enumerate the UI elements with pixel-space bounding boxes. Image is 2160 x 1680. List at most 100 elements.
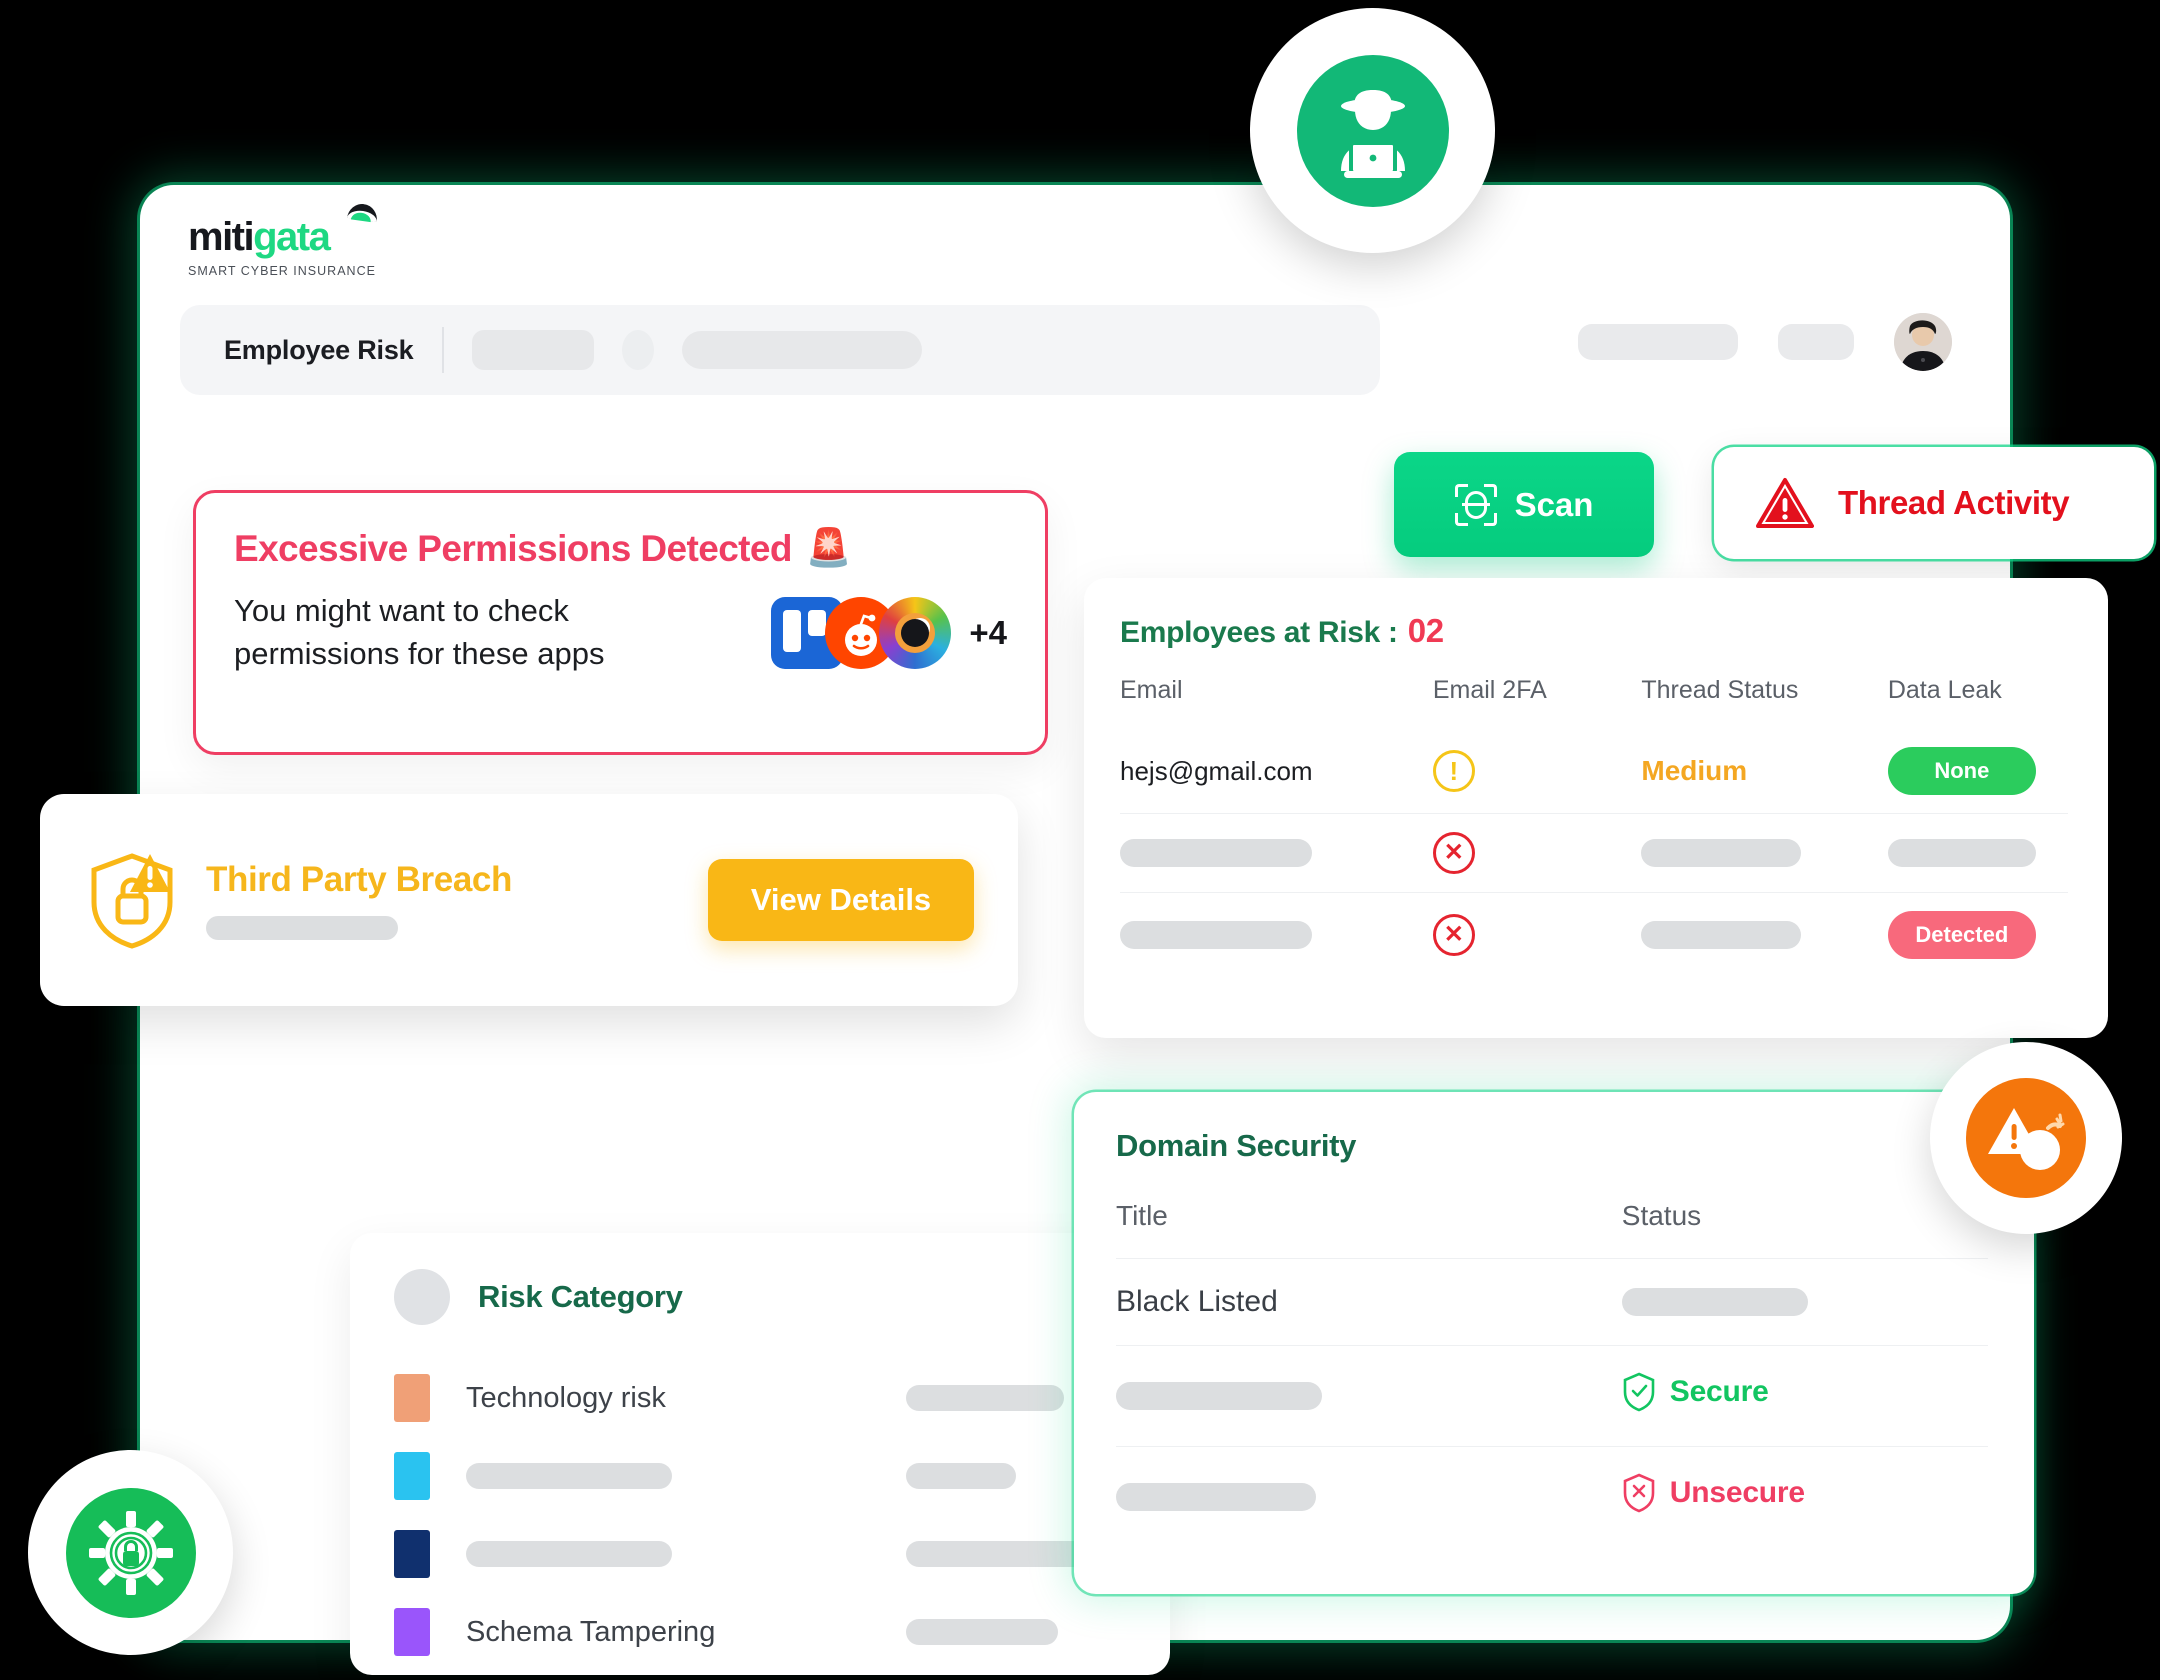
bomb-alert-badge [1930,1042,2122,1234]
risk-label [466,1463,906,1489]
domain-security-card: Domain Security Title Status Black Liste… [1074,1092,2034,1594]
topbar-placeholder-1 [471,330,594,370]
permissions-description: You might want to check permissions for … [234,593,605,671]
table-row[interactable]: ✕ Detected [1120,892,2068,978]
brand-logo[interactable]: mitigata SMART CYBER INSURANCE [188,201,379,278]
risk-category-list: Technology risk Schema Tampering [394,1359,1126,1671]
table-row[interactable]: Black Listed [1116,1258,1988,1346]
status-label: Unsecure [1669,1476,1805,1509]
employees-at-risk-header: Employees at Risk : 02 [1120,612,2068,650]
table-row[interactable]: Unsecure [1116,1446,1988,1548]
third-party-breach-title: Third Party Breach [206,860,512,899]
risk-category-card: Risk Category Technology risk Schema Tam… [350,1233,1170,1675]
risk-label: Schema Tampering [466,1615,716,1648]
rainbow-eye-icon[interactable] [879,596,952,669]
cell-title [1116,1447,1622,1548]
header-placeholder-1 [1578,324,1738,360]
bomb-warning-icon [1966,1078,2086,1198]
security-settings-badge [28,1450,233,1655]
list-item[interactable] [394,1437,1126,1515]
status-badge: Unsecure [1622,1473,1805,1513]
header-placeholder-2 [1778,324,1854,360]
logo-wordmark: mitigata [188,201,379,259]
risk-category-header: Risk Category [394,1269,1126,1325]
third-party-breach-card: Third Party Breach View Details [40,794,1018,1006]
column-data-leak: Data Leak [1887,676,2002,704]
logo-word-part1: miti [188,215,255,259]
logo-word-part2: gata [253,215,331,259]
avatar[interactable] [1894,313,1952,371]
warning-circle-icon: ! [1432,750,1475,792]
cell-title [1116,1346,1622,1447]
logo-hat-icon [346,201,379,223]
siren-icon: 🚨 [805,527,852,568]
employees-table: Email Email 2FA Thread Status Data Leak … [1120,676,2068,977]
topbar-divider [441,327,444,373]
column-thread-status: Thread Status [1641,676,1799,704]
topbar: Employee Risk [180,305,1380,395]
domain-table-head: Title Status [1116,1200,1988,1259]
column-title: Title [1116,1200,1168,1231]
domain-table-body: Black Listed Secure Unsecure [1116,1258,1988,1548]
table-row[interactable]: ✕ [1120,813,2068,893]
more-apps-count[interactable]: +4 [969,614,1007,652]
shield-lock-warning-icon [84,850,180,950]
thread-activity-label: Thread Activity [1838,484,2070,521]
scan-button[interactable]: Scan [1394,452,1654,557]
risk-swatch [394,1452,430,1500]
warning-triangle-icon [1756,477,1814,529]
x-circle-icon: ✕ [1432,832,1475,874]
risk-category-title: Risk Category [478,1279,683,1314]
topbar-placeholder-dot [621,330,654,370]
permissions-title-row: Excessive Permissions Detected 🚨 [234,527,1007,570]
table-row[interactable]: hejs@gmail.com ! Medium None [1120,729,2068,814]
employees-at-risk-card: Employees at Risk : 02 Email Email 2FA Th… [1084,578,2108,1038]
view-details-button[interactable]: View Details [708,859,974,941]
column-email: Email [1120,676,1183,704]
column-status: Status [1621,1200,1702,1231]
cell-thread-status [1641,893,1887,978]
cell-status: Unsecure [1622,1447,1988,1548]
employees-at-risk-count: 02 [1407,612,1444,649]
permissions-title: Excessive Permissions Detected [234,527,792,569]
gear-lock-icon [65,1487,196,1618]
topbar-right-controls [1578,313,1952,371]
shield-x-icon [1622,1473,1656,1513]
risk-swatch [394,1374,430,1422]
topbar-placeholder-2 [681,331,922,369]
permissions-body: You might want to check permissions for … [234,590,1007,676]
cell-status: Secure [1622,1346,1988,1447]
cell-title: Black Listed [1116,1285,1278,1318]
risk-value [906,1619,1126,1645]
list-item[interactable]: Schema Tampering [394,1593,1126,1671]
risk-swatch [394,1530,430,1578]
table-header-row: Title Status [1116,1200,1988,1259]
hacker-icon [1296,54,1449,207]
status-badge: Detected [1887,911,2036,959]
cell-data-leak [1887,814,2068,893]
thread-activity-card[interactable]: Thread Activity [1714,447,2154,559]
status-label: Secure [1669,1375,1769,1408]
risk-donut-placeholder [394,1269,450,1325]
list-item[interactable]: Technology risk [394,1359,1126,1437]
cell-email [1120,893,1433,978]
excessive-permissions-card: Excessive Permissions Detected 🚨 You mig… [193,490,1048,755]
employees-table-head: Email Email 2FA Thread Status Data Leak [1120,676,2068,729]
list-item[interactable] [394,1515,1126,1593]
x-circle-icon: ✕ [1432,914,1475,956]
shield-check-icon [1622,1372,1656,1412]
scan-button-label: Scan [1514,485,1594,523]
table-row[interactable]: Secure [1116,1345,1988,1447]
third-party-breach-subtitle-placeholder [206,916,398,940]
cell-data-leak: None [1887,729,2068,814]
screenshot-root: mitigata SMART CYBER INSURANCE Employee … [0,0,2160,1680]
logo-tagline: SMART CYBER INSURANCE [188,264,376,278]
thread-status-value: Medium [1641,755,1748,786]
status-badge: Secure [1622,1372,1769,1412]
domain-security-table: Title Status Black Listed Secure Unsecur… [1116,1200,1988,1547]
cell-thread-status [1641,814,1887,893]
third-party-breach-text: Third Party Breach [194,860,708,940]
risk-label [466,1541,906,1567]
cell-email-2fa: ✕ [1432,893,1642,978]
cell-thread-status: Medium [1641,729,1887,814]
